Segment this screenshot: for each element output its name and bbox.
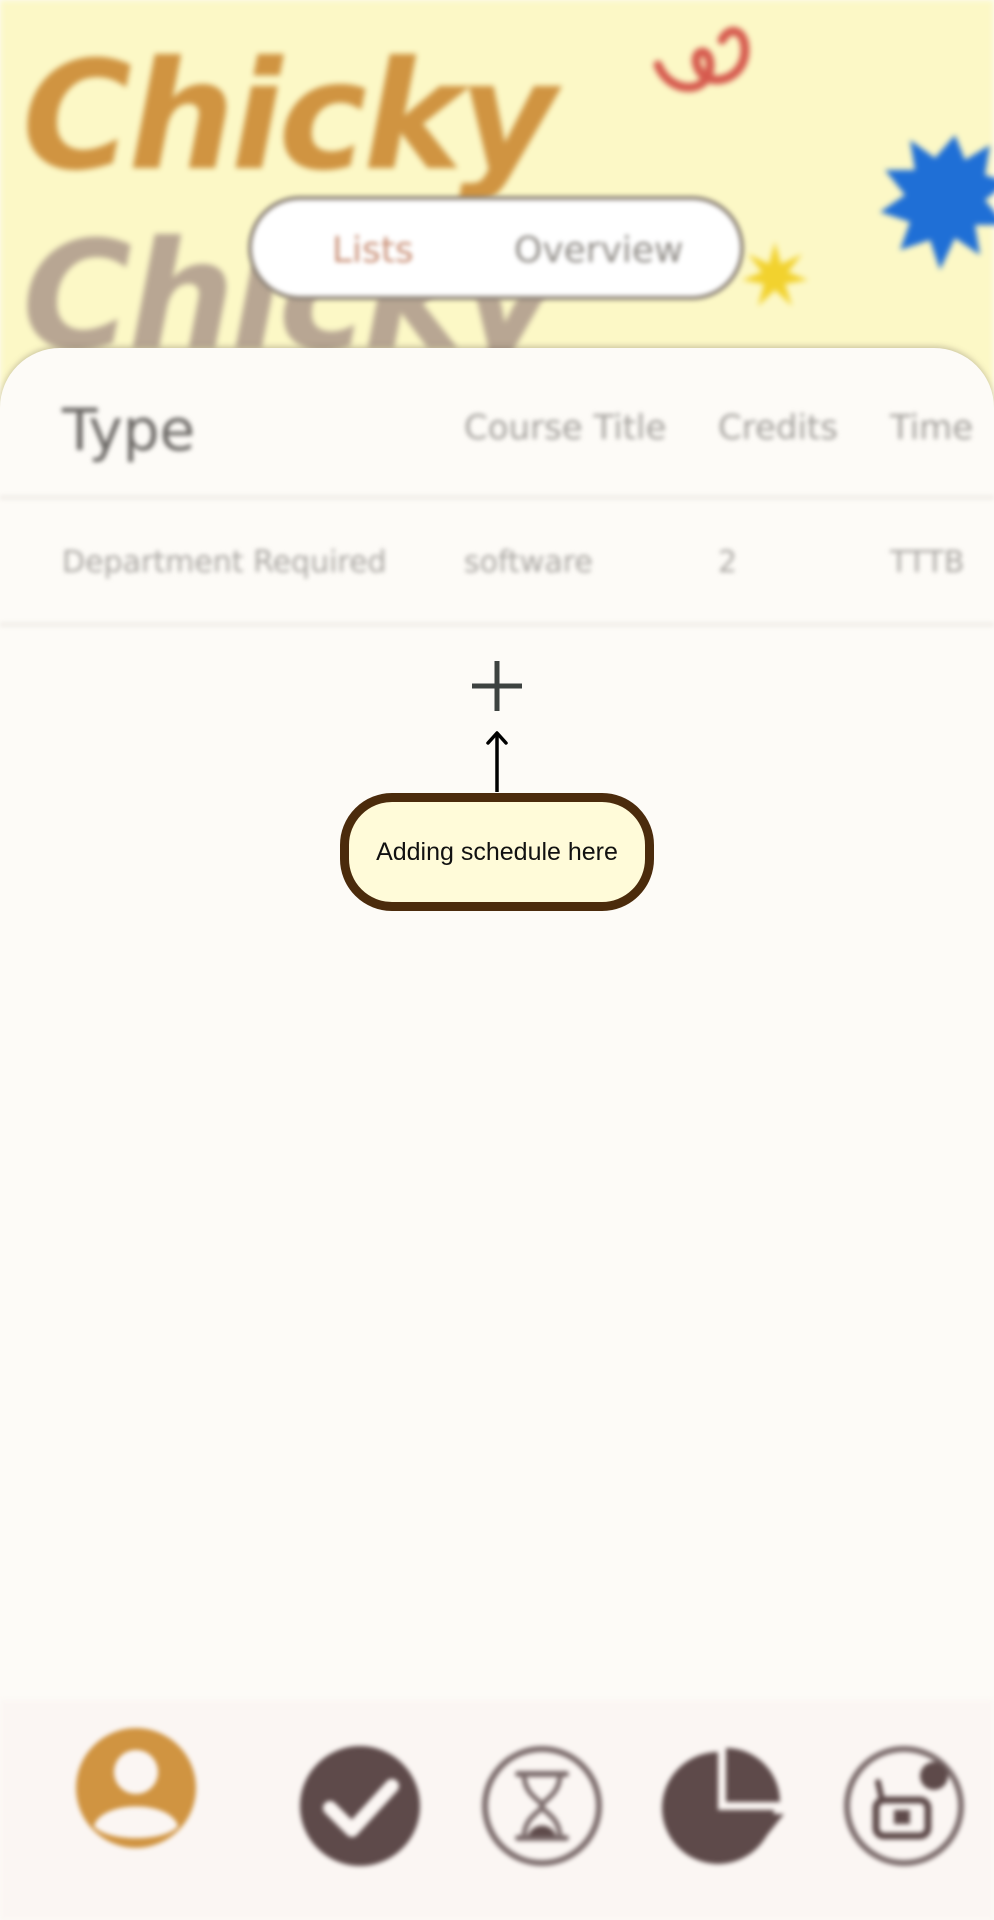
arrow-up-icon	[486, 731, 508, 792]
cell-course-title: software	[464, 545, 593, 580]
profile-icon[interactable]	[74, 1726, 198, 1850]
star-burst-decoration-icon	[880, 135, 994, 270]
squiggle-decoration-icon	[653, 26, 750, 92]
table-row[interactable]: Department Required software 2 TTTB	[0, 499, 994, 626]
header-type: Type	[62, 396, 196, 464]
app-screen: Chicky Chicky Lists Overview Type Course…	[0, 0, 994, 1920]
tooltip-adding-schedule: Adding schedule here	[340, 793, 654, 911]
table-header-row: Type Course Title Credits Time	[0, 348, 994, 499]
header-course-title: Course Title	[464, 408, 667, 448]
header-time: Time	[890, 408, 974, 448]
tab-lists[interactable]: Lists	[332, 230, 414, 271]
course-list-sheet: Type Course Title Credits Time Departmen…	[0, 348, 994, 1920]
tooltip-text: Adding schedule here	[376, 837, 618, 866]
cell-credits: 2	[718, 545, 738, 580]
header-credits: Credits	[718, 408, 838, 448]
view-segmented-control: Lists Overview	[248, 196, 744, 300]
hourglass-icon[interactable]	[480, 1744, 604, 1868]
cell-type: Department Required	[62, 545, 387, 580]
plus-icon[interactable]	[466, 655, 528, 717]
tab-overview[interactable]: Overview	[514, 230, 684, 271]
bottom-navigation-bar	[0, 1700, 994, 1920]
app-logo: Chicky	[22, 30, 557, 204]
sun-decoration-icon	[742, 242, 808, 306]
radio-icon[interactable]	[842, 1744, 966, 1868]
checkmark-icon[interactable]	[298, 1744, 422, 1868]
pie-chart-icon[interactable]	[660, 1744, 784, 1868]
cell-time: TTTB	[890, 545, 965, 580]
